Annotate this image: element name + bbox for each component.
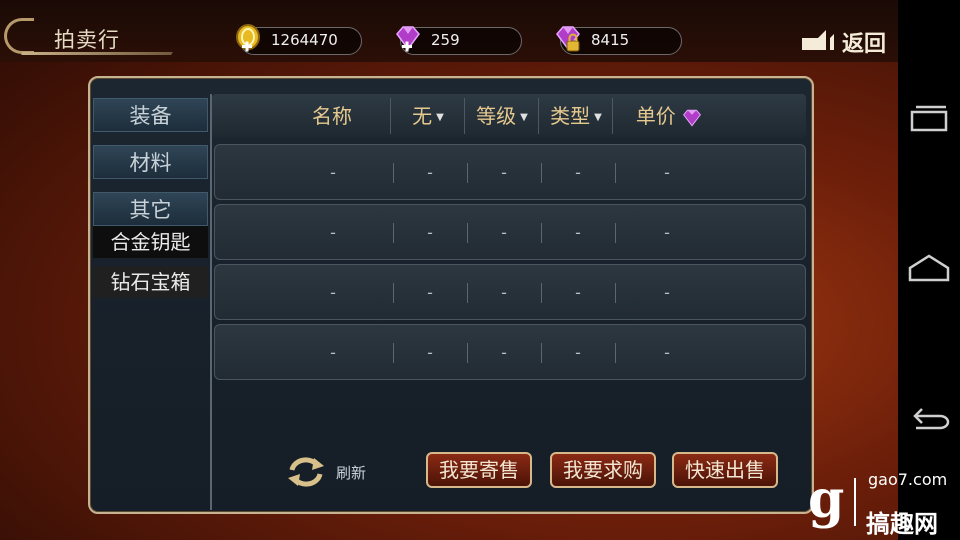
watermark-logo: g bbox=[808, 469, 845, 530]
refresh-label: 刷新 bbox=[336, 464, 367, 482]
cell-price: - bbox=[664, 223, 670, 242]
column-level-label: 等级 bbox=[476, 104, 517, 128]
refresh-icon bbox=[288, 457, 324, 487]
subitem-alloy-key[interactable]: 合金钥匙 bbox=[93, 226, 208, 258]
back-arrow-icon bbox=[802, 30, 834, 50]
dropdown-arrow-icon: ▼ bbox=[520, 111, 528, 123]
cell-filter: - bbox=[427, 163, 433, 182]
locked-diamond-counter: 8415 bbox=[556, 26, 682, 55]
watermark-divider bbox=[854, 478, 856, 526]
page-title: 拍卖行 bbox=[54, 28, 120, 52]
locked-diamond-value: 8415 bbox=[591, 31, 630, 49]
column-name[interactable]: 名称 bbox=[272, 94, 392, 138]
diamond-plus-icon bbox=[396, 26, 420, 52]
top-bar: 拍卖行 1264470 259 8415 返回 bbox=[0, 0, 898, 62]
column-price[interactable]: 单价 bbox=[614, 94, 724, 138]
cell-price: - bbox=[664, 283, 670, 302]
title-ornament bbox=[4, 18, 34, 54]
back-label: 返回 bbox=[842, 32, 887, 57]
subitem-diamond-chest[interactable]: 钻石宝箱 bbox=[93, 266, 208, 298]
cell-type: - bbox=[575, 283, 581, 302]
refresh-button[interactable]: 刷新 bbox=[284, 452, 384, 492]
cell-filter: - bbox=[427, 343, 433, 362]
back-button[interactable]: 返回 bbox=[800, 26, 892, 57]
request-purchase-button[interactable]: 我要求购 bbox=[550, 452, 656, 488]
category-sidebar: 装备 材料 其它 合金钥匙 钻石宝箱 bbox=[90, 94, 212, 510]
quick-sell-button[interactable]: 快速出售 bbox=[672, 452, 778, 488]
cell-level: - bbox=[501, 163, 507, 182]
gold-value: 1264470 bbox=[271, 31, 338, 49]
auction-panel: 装备 材料 其它 合金钥匙 钻石宝箱 名称 无▼ 等级▼ 类型▼ 单价 - bbox=[88, 76, 814, 514]
cell-name: - bbox=[330, 283, 336, 302]
tab-equipment[interactable]: 装备 bbox=[93, 98, 208, 132]
cell-filter: - bbox=[427, 223, 433, 242]
column-type-label: 类型 bbox=[550, 104, 591, 128]
cell-level: - bbox=[501, 283, 507, 302]
consign-button[interactable]: 我要寄售 bbox=[426, 452, 532, 488]
android-nav-bar bbox=[898, 0, 960, 540]
cell-price: - bbox=[664, 163, 670, 182]
cell-name: - bbox=[330, 343, 336, 362]
watermark-brand: 搞趣网 bbox=[866, 510, 938, 538]
table-row[interactable]: - - - - - bbox=[214, 324, 806, 380]
column-divider bbox=[390, 98, 391, 134]
cell-price: - bbox=[664, 343, 670, 362]
cell-level: - bbox=[501, 223, 507, 242]
diamond-value: 259 bbox=[431, 31, 460, 49]
recent-apps-icon[interactable] bbox=[906, 100, 952, 136]
column-filter-dropdown[interactable]: 无 ▼ bbox=[392, 94, 464, 138]
column-divider bbox=[464, 98, 465, 134]
gold-counter[interactable]: 1264470 bbox=[236, 24, 362, 55]
locked-diamond-icon bbox=[556, 26, 580, 52]
tab-other[interactable]: 其它 bbox=[93, 192, 208, 226]
column-divider bbox=[538, 98, 539, 134]
column-name-label: 名称 bbox=[312, 104, 352, 128]
table-row[interactable]: - - - - - bbox=[214, 264, 806, 320]
column-level-dropdown[interactable]: 等级 ▼ bbox=[466, 94, 538, 138]
diamond-counter[interactable]: 259 bbox=[396, 26, 522, 55]
cell-name: - bbox=[330, 223, 336, 242]
table-row[interactable]: - - - - - bbox=[214, 144, 806, 200]
cell-type: - bbox=[575, 223, 581, 242]
column-price-label: 单价 bbox=[635, 104, 676, 128]
column-type-dropdown[interactable]: 类型 ▼ bbox=[540, 94, 612, 138]
gold-coin-plus-icon bbox=[236, 24, 260, 52]
column-filter-label: 无 bbox=[412, 104, 433, 128]
column-divider bbox=[612, 98, 613, 134]
diamond-icon bbox=[683, 109, 702, 127]
table-header: 名称 无 ▼ 等级 ▼ 类型 ▼ 单价 bbox=[212, 94, 806, 138]
cell-name: - bbox=[330, 163, 336, 182]
dropdown-arrow-icon: ▼ bbox=[436, 111, 444, 123]
watermark: g gao7.com 搞趣网 bbox=[808, 469, 958, 539]
cell-filter: - bbox=[427, 283, 433, 302]
table-row[interactable]: - - - - - bbox=[214, 204, 806, 260]
tab-materials[interactable]: 材料 bbox=[93, 145, 208, 179]
cell-type: - bbox=[575, 343, 581, 362]
cell-type: - bbox=[575, 163, 581, 182]
game-screen: 拍卖行 1264470 259 8415 返回 装备 材料 其它 合金钥匙 钻石… bbox=[0, 0, 898, 540]
title-plate: 拍卖行 bbox=[4, 18, 174, 56]
dropdown-arrow-icon: ▼ bbox=[594, 111, 602, 123]
home-icon[interactable] bbox=[906, 250, 952, 286]
cell-level: - bbox=[501, 343, 507, 362]
watermark-url: gao7.com bbox=[868, 470, 948, 489]
back-nav-icon[interactable] bbox=[906, 400, 952, 436]
